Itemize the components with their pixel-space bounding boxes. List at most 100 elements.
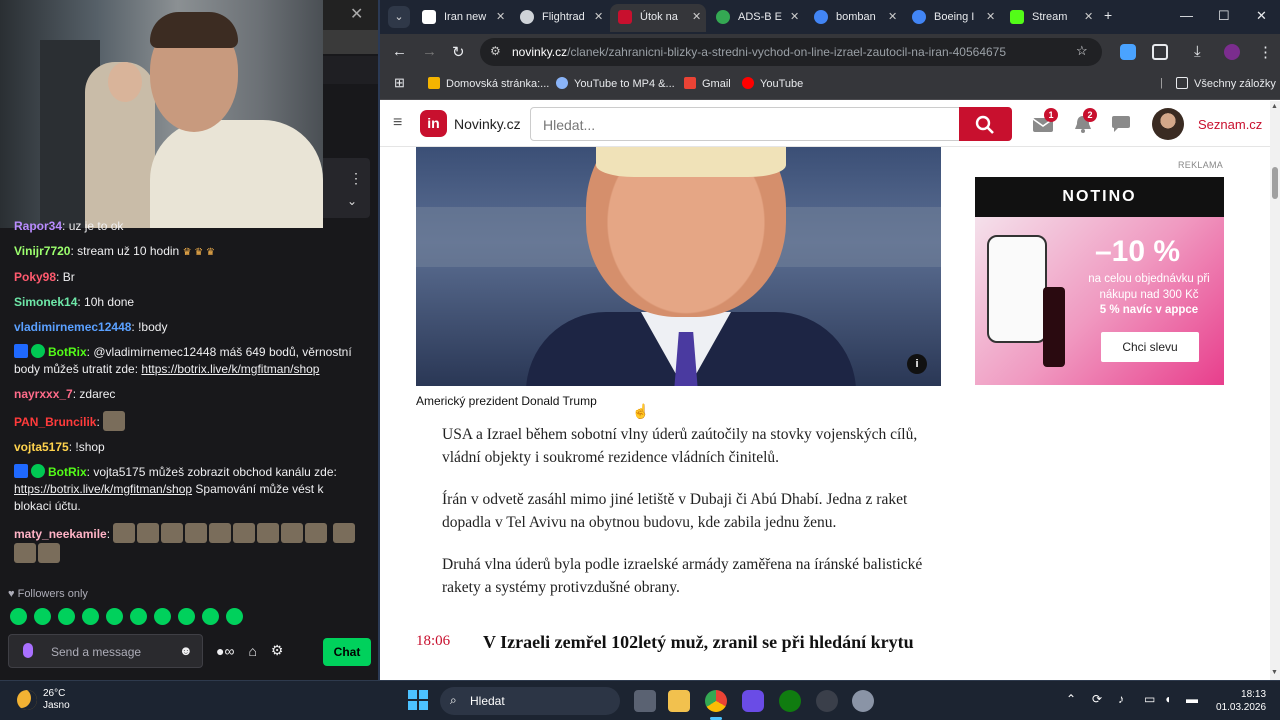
profile-avatar-icon[interactable] <box>1224 44 1240 60</box>
app-icon[interactable] <box>742 690 764 712</box>
chat-username[interactable]: nayrxxx_7 <box>14 387 73 401</box>
chat-link[interactable]: https://botrix.live/k/mgfitman/shop <box>14 482 192 496</box>
close-tab-icon[interactable]: ✕ <box>692 10 701 23</box>
close-tab-icon[interactable]: ✕ <box>496 10 505 23</box>
emote-icon[interactable] <box>10 608 27 625</box>
close-tab-icon[interactable]: ✕ <box>790 10 799 23</box>
browser-tab[interactable]: ADS-B E ✕ <box>708 4 804 32</box>
microphone-icon[interactable] <box>23 643 33 658</box>
close-tab-icon[interactable]: ✕ <box>888 10 897 23</box>
close-tab-icon[interactable]: ✕ <box>1084 10 1093 23</box>
chat-username[interactable]: Rapor34 <box>14 219 62 233</box>
microphone-icon[interactable]: ♪ <box>1118 692 1124 706</box>
page-scrollbar[interactable]: ▲ ▼ <box>1270 101 1280 680</box>
extensions-puzzle-icon[interactable] <box>1152 44 1168 60</box>
browser-tab[interactable]: Flightrad ✕ <box>512 4 608 32</box>
chat-username[interactable]: Vinijr7720 <box>14 244 70 258</box>
address-bar[interactable]: ⚙ novinky.cz/clanek/zahranicni-blizky-a-… <box>480 38 1102 66</box>
bookmark-item[interactable]: YouTube to MP4 &... <box>556 77 675 90</box>
points-icon[interactable]: ●∞ <box>216 643 234 659</box>
tab-search-icon[interactable]: ⌄ <box>388 6 410 28</box>
emote-icon[interactable] <box>226 608 243 625</box>
store-icon[interactable]: ⌂ <box>248 643 256 659</box>
seznam-link[interactable]: Seznam.cz <box>1198 117 1262 132</box>
emote-icon[interactable] <box>130 608 147 625</box>
volume-icon[interactable]: ◖ <box>1164 692 1171 706</box>
info-icon[interactable]: i <box>907 354 927 374</box>
bookmark-item[interactable]: Gmail <box>684 77 731 90</box>
emote-icon[interactable] <box>106 608 123 625</box>
chat-username[interactable]: BotRix <box>48 465 87 479</box>
maximize-icon[interactable]: ☐ <box>1218 8 1230 24</box>
chat-username[interactable]: Simonek14 <box>14 295 77 309</box>
app-icon[interactable] <box>816 690 838 712</box>
chat-send-button[interactable]: Chat <box>323 638 371 666</box>
system-clock[interactable]: 18:13 01.03.2026 <box>1216 688 1266 714</box>
battery-icon[interactable]: ▬ <box>1186 692 1198 706</box>
back-icon[interactable]: ← <box>392 43 407 60</box>
minimize-icon[interactable]: — <box>1180 8 1193 23</box>
extension-icon[interactable] <box>1120 44 1136 60</box>
close-tab-icon[interactable]: ✕ <box>594 10 603 23</box>
scrollbar-thumb[interactable] <box>1272 167 1278 199</box>
hamburger-menu-icon[interactable]: ≡ <box>393 114 402 132</box>
file-explorer-icon[interactable] <box>668 690 690 712</box>
emote-icon[interactable] <box>154 608 171 625</box>
site-name[interactable]: Novinky.cz <box>454 116 521 132</box>
taskbar-search[interactable]: ⌕ Hledat <box>440 687 620 715</box>
emote-icon[interactable] <box>58 608 75 625</box>
chat-username[interactable]: PAN_Bruncilik <box>14 415 96 429</box>
windows-start-icon[interactable] <box>408 690 428 710</box>
emote-icon[interactable] <box>202 608 219 625</box>
all-bookmarks[interactable]: Všechny záložky <box>1176 77 1276 90</box>
settings-icon[interactable] <box>852 690 874 712</box>
moon-weather-icon[interactable] <box>17 690 37 710</box>
chat-bubble-icon[interactable] <box>1110 114 1132 134</box>
emote-icon[interactable] <box>82 608 99 625</box>
close-tab-icon[interactable]: ✕ <box>986 10 995 23</box>
chrome-icon[interactable] <box>705 690 727 712</box>
window-close-icon[interactable]: ✕ <box>1256 8 1267 24</box>
show-hidden-icons-icon[interactable]: ⌃ <box>1066 692 1076 706</box>
xbox-icon[interactable] <box>779 690 801 712</box>
timeline-headline[interactable]: V Izraeli zemřel 102letý muž, zranil se … <box>483 631 953 653</box>
browser-tab[interactable]: Boeing I ✕ <box>904 4 1000 32</box>
chat-link[interactable]: https://botrix.live/k/mgfitman/shop <box>141 362 319 376</box>
chevron-down-icon[interactable]: ⌄ <box>347 194 357 208</box>
site-search-button[interactable] <box>959 107 1012 141</box>
chat-username[interactable]: BotRix <box>48 345 87 359</box>
site-search-input[interactable]: Hledat... <box>530 107 960 141</box>
apps-grid-icon[interactable]: ⊞ <box>394 75 405 91</box>
browser-tab[interactable]: bomban ✕ <box>806 4 902 32</box>
download-icon[interactable]: ⤓ <box>1194 43 1201 60</box>
scroll-up-icon[interactable]: ▲ <box>1271 103 1278 110</box>
sync-icon[interactable]: ⟳ <box>1092 692 1102 706</box>
close-icon[interactable]: ✕ <box>350 4 363 24</box>
user-avatar[interactable] <box>1152 108 1184 140</box>
task-view-icon[interactable] <box>634 690 656 712</box>
forward-icon[interactable]: → <box>422 43 437 60</box>
chat-username[interactable]: maty_neekamile <box>14 527 107 541</box>
weather-widget[interactable]: 26°C Jasno <box>43 688 70 712</box>
emoji-picker-icon[interactable]: ☻ <box>179 643 193 658</box>
menu-icon[interactable]: ⋮ <box>1258 43 1273 61</box>
settings-icon[interactable]: ⚙ <box>271 642 284 659</box>
more-options-icon[interactable]: ⋮ <box>349 170 363 187</box>
chat-username[interactable]: Poky98 <box>14 270 56 284</box>
emote-icon[interactable] <box>34 608 51 625</box>
bookmark-item[interactable]: Domovská stránka:... <box>428 77 549 90</box>
bookmark-item[interactable]: YouTube <box>742 77 803 90</box>
chat-username[interactable]: vladimirnemec12448 <box>14 320 131 334</box>
browser-tab-active[interactable]: Útok na ✕ <box>610 4 706 32</box>
site-info-icon[interactable]: ⚙ <box>490 44 501 58</box>
new-tab-icon[interactable]: + <box>1104 7 1112 23</box>
browser-tab[interactable]: Stream ✕ <box>1002 4 1098 32</box>
browser-tab[interactable]: Iran new ✕ <box>414 4 510 32</box>
network-icon[interactable]: ▭ <box>1144 692 1155 706</box>
chat-username[interactable]: vojta5175 <box>14 440 69 454</box>
novinky-logo[interactable]: in <box>420 110 447 137</box>
chat-message-input[interactable]: Send a message ☻ <box>8 634 203 668</box>
ad-cta-button[interactable]: Chci slevu <box>1101 332 1199 362</box>
scroll-down-icon[interactable]: ▼ <box>1271 669 1278 676</box>
bookmark-star-icon[interactable]: ☆ <box>1076 43 1088 59</box>
